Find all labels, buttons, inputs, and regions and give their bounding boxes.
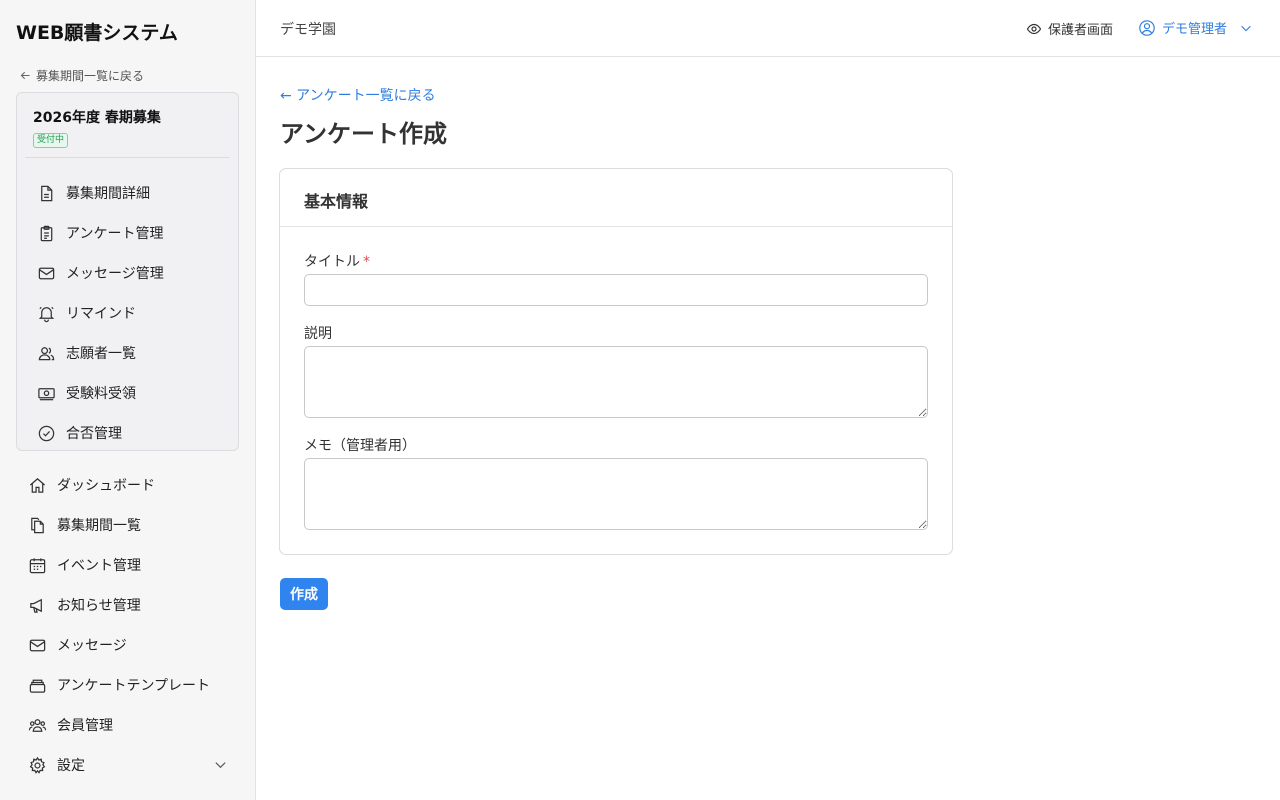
sub-nav-label: アンケート管理 <box>66 226 164 242</box>
sub-nav-applicants[interactable]: 志願者一覧 <box>37 333 164 373</box>
top-header: デモ学園 保護者画面 デモ管理者 <box>256 0 1280 57</box>
school-name: デモ学園 <box>280 22 336 38</box>
description-label: 説明 <box>304 326 332 342</box>
title-input[interactable] <box>304 274 928 306</box>
mail-icon <box>38 267 55 279</box>
document-icon <box>41 185 53 201</box>
sidebar: WEB願書システム 募集期間一覧に戻る 2026年度 春期募集 受付中 募集期間… <box>0 0 256 800</box>
nav-label: ダッシュボード <box>57 478 155 494</box>
sub-nav-exam-fee[interactable]: 受験料受領 <box>37 373 164 413</box>
title-label-text: タイトル <box>304 254 360 270</box>
home-icon <box>29 477 46 493</box>
nav-label: お知らせ管理 <box>57 598 141 614</box>
nav-recruitment-periods[interactable]: 募集期間一覧 <box>28 505 230 545</box>
basic-info-card: 基本情報 タイトル * 説明 メモ（管理者用） <box>279 168 953 555</box>
user-group-icon <box>28 718 47 732</box>
nav-label: アンケートテンプレート <box>57 678 211 694</box>
main-nav: ダッシュボード 募集期間一覧 イベント管理 お知らせ管理 メッセージ アンケート… <box>28 465 230 785</box>
memo-label: メモ（管理者用） <box>304 438 416 454</box>
money-icon <box>38 387 55 400</box>
page-title: アンケート作成 <box>280 120 448 148</box>
card-header: 基本情報 <box>280 169 952 227</box>
app-title: WEB願書システム <box>16 22 178 44</box>
user-menu[interactable]: デモ管理者 <box>1138 18 1253 37</box>
nav-member-management[interactable]: 会員管理 <box>28 705 230 745</box>
clipboard-icon <box>40 225 53 241</box>
nav-label: メッセージ <box>57 638 127 654</box>
sub-nav-label: 合否管理 <box>66 426 122 442</box>
sub-nav-message-management[interactable]: メッセージ管理 <box>37 253 164 293</box>
user-circle-icon <box>1139 19 1155 36</box>
description-textarea[interactable] <box>304 346 928 418</box>
memo-textarea[interactable] <box>304 458 928 530</box>
sub-nav-remind[interactable]: リマインド <box>37 293 164 333</box>
required-mark: * <box>363 254 370 270</box>
back-to-periods-label: 募集期間一覧に戻る <box>36 69 145 83</box>
create-button[interactable]: 作成 <box>280 578 328 610</box>
nav-messages[interactable]: メッセージ <box>28 625 230 665</box>
sub-nav-label: メッセージ管理 <box>66 266 164 282</box>
sub-nav-survey-management[interactable]: アンケート管理 <box>37 213 164 253</box>
documents-icon <box>31 517 44 533</box>
user-name: デモ管理者 <box>1162 22 1228 37</box>
megaphone-icon <box>30 598 42 613</box>
nav-event-management[interactable]: イベント管理 <box>28 545 230 585</box>
mail-icon <box>29 639 46 651</box>
divider <box>25 157 230 158</box>
chevron-down-icon <box>1241 25 1251 31</box>
back-to-periods-link[interactable]: 募集期間一覧に戻る <box>19 67 144 84</box>
calendar-icon <box>29 557 46 573</box>
nav-label: イベント管理 <box>57 558 141 574</box>
period-sub-nav: 募集期間詳細 アンケート管理 メッセージ管理 リマインド 志願者一覧 受験料受領 <box>37 173 164 453</box>
nav-settings[interactable]: 設定 <box>28 745 230 785</box>
nav-dashboard[interactable]: ダッシュボード <box>28 465 230 505</box>
sub-nav-pass-fail[interactable]: 合否管理 <box>37 413 164 453</box>
nav-survey-templates[interactable]: アンケートテンプレート <box>28 665 230 705</box>
bell-icon <box>38 306 55 322</box>
sub-nav-label: 募集期間詳細 <box>66 186 150 202</box>
nav-label: 設定 <box>57 758 85 774</box>
period-card: 2026年度 春期募集 受付中 募集期間詳細 アンケート管理 メッセージ管理 リ… <box>16 92 239 451</box>
users-icon <box>38 346 55 360</box>
guardian-view-label: 保護者画面 <box>1048 23 1114 38</box>
chevron-down-icon[interactable] <box>213 757 228 772</box>
guardian-view-button[interactable]: 保護者画面 <box>1026 19 1113 38</box>
title-label: タイトル * <box>304 251 370 271</box>
check-circle-icon <box>38 425 55 441</box>
nav-label: 募集期間一覧 <box>57 518 141 534</box>
back-to-surveys-link[interactable]: ← アンケート一覧に戻る <box>280 85 436 105</box>
arrow-left-icon <box>20 71 30 80</box>
sub-nav-label: リマインド <box>66 306 136 322</box>
eye-icon <box>1026 23 1042 34</box>
stack-icon <box>29 679 46 693</box>
gear-icon <box>29 756 46 774</box>
sub-nav-label: 受験料受領 <box>66 386 136 402</box>
nav-label: 会員管理 <box>57 718 113 734</box>
period-name: 2026年度 春期募集 <box>33 110 161 126</box>
status-badge: 受付中 <box>33 133 69 148</box>
sub-nav-period-detail[interactable]: 募集期間詳細 <box>37 173 164 213</box>
sub-nav-label: 志願者一覧 <box>66 346 136 362</box>
card-title: 基本情報 <box>304 192 369 211</box>
nav-announcement-management[interactable]: お知らせ管理 <box>28 585 230 625</box>
